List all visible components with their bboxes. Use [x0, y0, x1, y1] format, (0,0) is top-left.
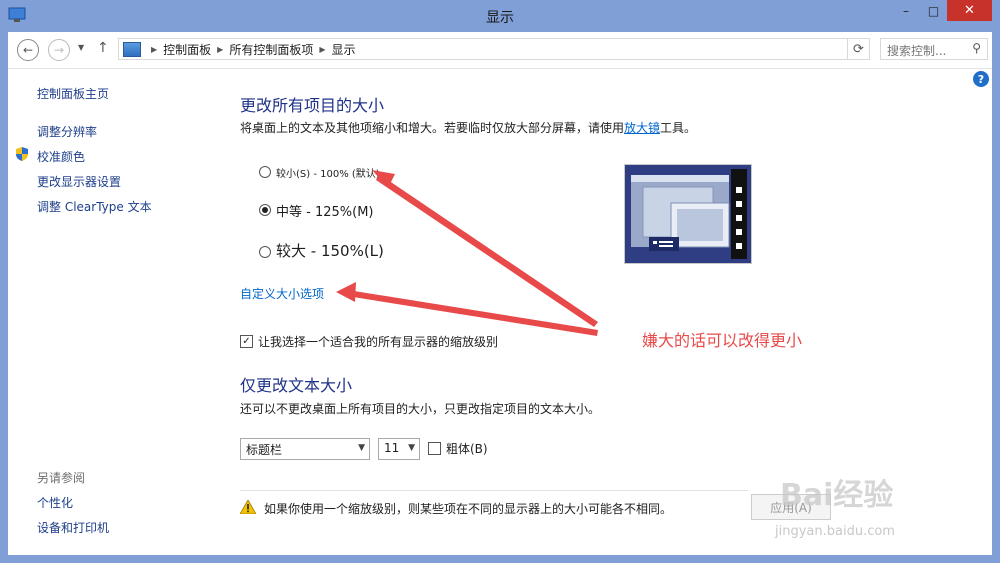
annotation-arrowhead-lower — [336, 282, 356, 302]
watermark-url: jingyan.baidu.com — [775, 524, 895, 539]
annotation-text: 嫌大的话可以改得更小 — [642, 331, 803, 350]
watermark-logo: Bai经验 — [780, 478, 894, 513]
